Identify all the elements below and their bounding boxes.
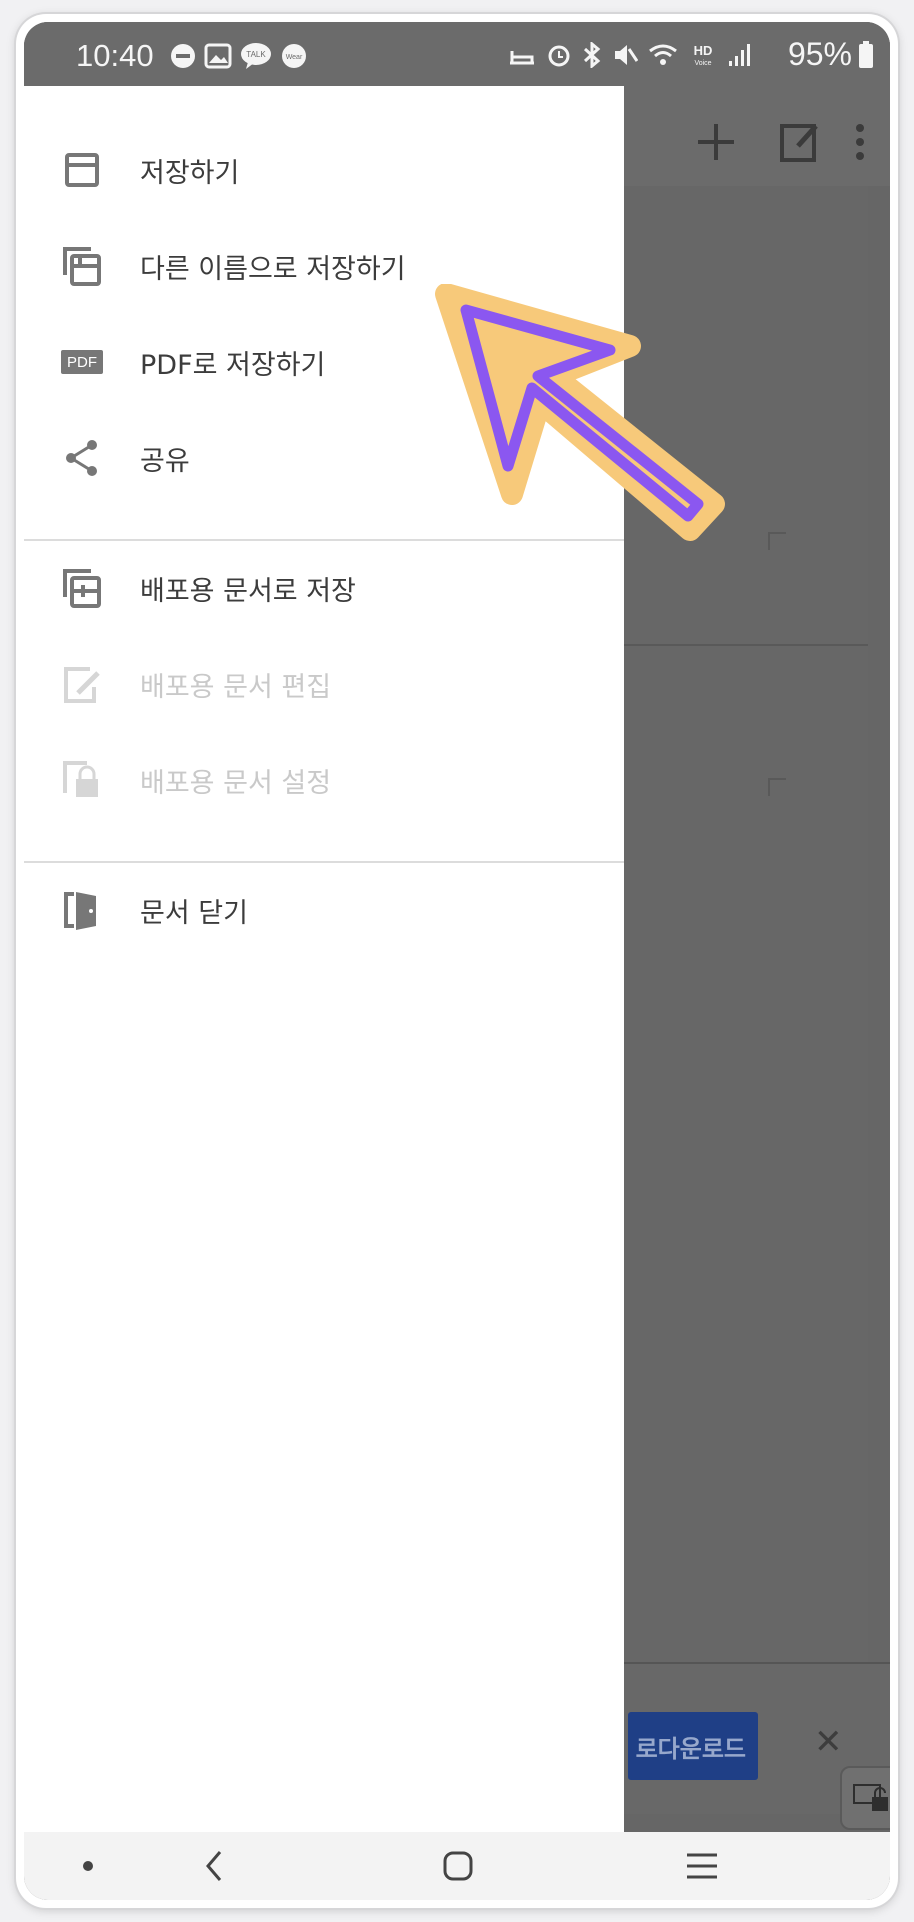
svg-text:Wear: Wear	[286, 54, 303, 61]
distribute-edit-icon	[60, 662, 104, 706]
menu-item-label: 문서 닫기	[140, 897, 248, 929]
wifi-icon	[649, 44, 677, 65]
bluetooth-icon	[583, 42, 601, 68]
menu-item-label: 공유	[140, 445, 190, 477]
sleep-icon	[510, 51, 534, 65]
status-bar: 10:40 TALK Wear HD Voice 95%	[24, 22, 890, 86]
save-icon	[60, 148, 104, 192]
background-page-2	[604, 646, 868, 1664]
menu-item-label: 다른 이름으로 저장하기	[140, 253, 406, 285]
svg-text:TALK: TALK	[246, 50, 266, 59]
dnd-icon	[171, 44, 195, 68]
battery-icon	[859, 40, 873, 68]
annotation-arrow-icon	[435, 284, 725, 541]
status-time: 10:40	[76, 38, 154, 73]
gallery-icon	[204, 43, 232, 69]
home-icon[interactable]	[428, 1844, 488, 1888]
save-as-icon	[60, 244, 104, 288]
edit-icon	[772, 114, 828, 170]
page-corner-mark	[768, 532, 786, 550]
more-vertical-icon	[832, 114, 888, 170]
mute-icon	[615, 45, 638, 65]
pdf-icon: PDF	[60, 340, 104, 384]
distribute-lock-icon	[60, 758, 104, 802]
keyboard-lock-icon	[840, 1766, 890, 1830]
distribute-save-icon	[60, 566, 104, 610]
banner-close-icon: ✕	[814, 1722, 843, 1762]
menu-item-label: 배포용 문서 설정	[140, 767, 332, 799]
menu-item-label: 배포용 문서로 저장	[140, 575, 356, 607]
back-icon[interactable]	[184, 1844, 244, 1888]
menu-item-close-document[interactable]: 문서 닫기	[24, 870, 624, 950]
dot-icon[interactable]	[58, 1844, 118, 1888]
menu-item-edit-distribution[interactable]: 배포용 문서 편집	[24, 644, 624, 724]
download-button: 로다운로드	[628, 1712, 758, 1780]
alarm-icon	[548, 45, 570, 67]
menu-item-save[interactable]: 저장하기	[24, 130, 624, 210]
talk-icon: TALK	[241, 43, 271, 69]
menu-item-settings-distribution[interactable]: 배포용 문서 설정	[24, 740, 624, 820]
menu-item-save-distribution[interactable]: 배포용 문서로 저장	[24, 548, 624, 628]
menu-item-label: 저장하기	[140, 157, 240, 189]
menu-item-label: 배포용 문서 편집	[140, 671, 332, 703]
close-document-icon	[60, 888, 104, 932]
page-corner-mark	[768, 778, 786, 796]
signal-icon	[729, 44, 750, 66]
menu-item-label: PDF로 저장하기	[140, 349, 326, 381]
pdf-badge: PDF	[61, 350, 103, 374]
recents-icon[interactable]	[672, 1844, 732, 1888]
hd-voice-icon: HD Voice	[694, 43, 713, 67]
svg-text:HD: HD	[694, 43, 713, 58]
battery-percent: 95%	[787, 36, 852, 72]
svg-text:Voice: Voice	[694, 60, 711, 67]
menu-divider	[24, 861, 624, 863]
wear-icon: Wear	[282, 44, 306, 68]
navigation-bar	[24, 1832, 890, 1900]
share-icon	[60, 436, 104, 480]
screen: 로다운로드 ✕ 10:40 TALK Wear HD Voice 95% 저장하…	[24, 22, 890, 1900]
phone-frame: 로다운로드 ✕ 10:40 TALK Wear HD Voice 95% 저장하…	[16, 14, 898, 1908]
add-icon	[688, 114, 744, 170]
